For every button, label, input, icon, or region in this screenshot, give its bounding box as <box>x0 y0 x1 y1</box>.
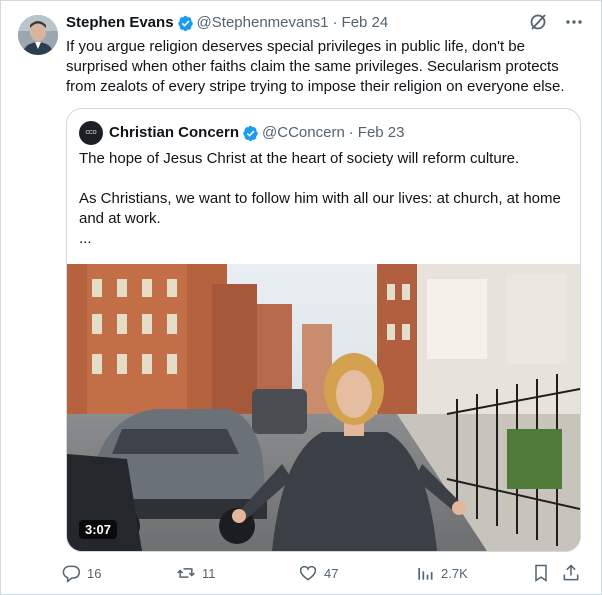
reply-count: 16 <box>87 565 102 581</box>
quoted-line-1: The hope of Jesus Christ at the heart of… <box>79 150 520 167</box>
quoted-author-name[interactable]: Christian Concern <box>109 123 239 143</box>
quoted-ellipsis: ... <box>79 230 92 247</box>
tweet-text: If you argue religion deserves special p… <box>66 38 565 95</box>
verified-badge-icon <box>242 125 259 142</box>
video-player[interactable]: 3:07 <box>67 264 580 551</box>
share-button[interactable] <box>561 563 587 583</box>
like-count: 47 <box>324 565 339 581</box>
more-icon[interactable] <box>563 11 585 33</box>
like-icon <box>299 565 317 581</box>
quoted-date[interactable]: Feb 23 <box>358 123 405 143</box>
tweet-card[interactable]: Stephen Evans @Stephenmevans1 · Feb 24 I… <box>0 0 602 595</box>
quoted-header: CCO Christian Concern @CConcern · Feb 23 <box>79 121 405 145</box>
top-actions <box>527 11 585 33</box>
reply-icon <box>62 565 81 583</box>
repost-icon <box>177 568 195 578</box>
reply-button[interactable]: 16 <box>61 563 101 583</box>
views-button[interactable]: 2.7K <box>415 563 468 583</box>
bookmark-button[interactable] <box>531 563 557 583</box>
views-count: 2.7K <box>441 565 468 581</box>
quoted-handle[interactable]: @CConcern <box>262 123 345 143</box>
views-icon <box>418 568 433 580</box>
like-button[interactable]: 47 <box>298 563 338 583</box>
grok-icon[interactable] <box>527 11 549 33</box>
quoted-text: The hope of Jesus Christ at the heart of… <box>79 149 569 249</box>
quoted-tweet[interactable]: CCO Christian Concern @CConcern · Feb 23… <box>66 108 581 552</box>
author-name[interactable]: Stephen Evans <box>66 13 174 33</box>
engagement-bar: 16 11 47 2.7K <box>61 563 581 587</box>
verified-badge-icon <box>177 15 194 32</box>
repost-count: 11 <box>202 565 216 581</box>
quoted-avatar[interactable]: CCO <box>79 121 103 145</box>
video-thumbnail <box>67 264 580 551</box>
repost-button[interactable]: 11 <box>176 563 216 583</box>
video-duration: 3:07 <box>79 520 118 539</box>
author-handle[interactable]: @Stephenmevans1 <box>197 13 329 33</box>
quoted-separator: · <box>348 124 354 141</box>
author-avatar[interactable] <box>18 15 58 55</box>
bookmark-icon <box>535 564 547 582</box>
tweet-header: Stephen Evans @Stephenmevans1 · Feb 24 <box>66 13 388 33</box>
header-separator: · <box>332 14 338 31</box>
tweet-date[interactable]: Feb 24 <box>342 13 389 33</box>
quoted-line-2: As Christians, we want to follow him wit… <box>79 190 561 227</box>
share-icon <box>563 564 579 581</box>
